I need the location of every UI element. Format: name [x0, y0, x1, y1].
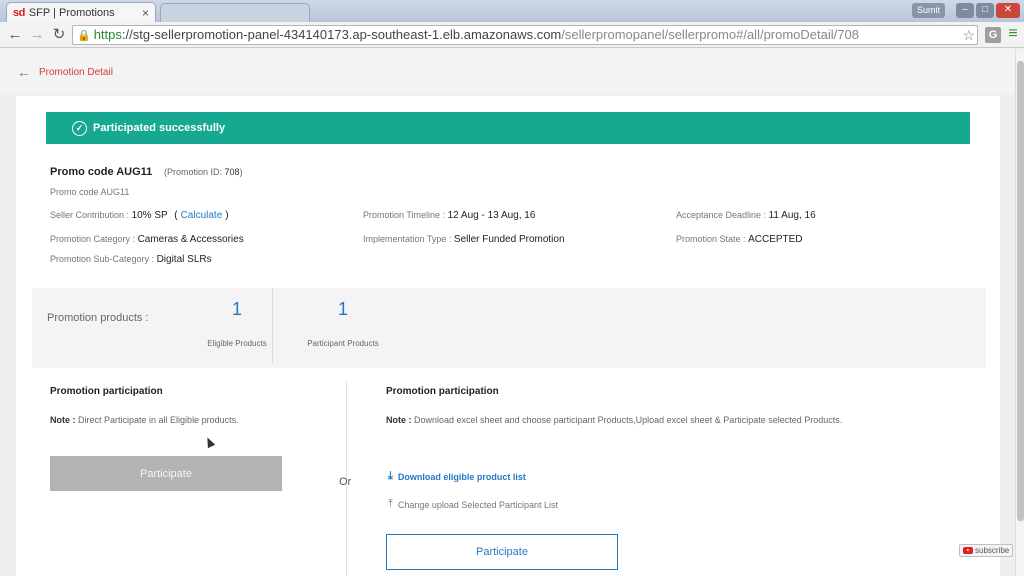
browser-tab-active[interactable]: sd SFP | Promotions × [6, 2, 156, 22]
download-eligible-list-link[interactable]: ⤓ Download eligible product list [388, 470, 526, 483]
reload-icon[interactable]: ↻ [50, 26, 68, 44]
minimize-icon[interactable]: – [956, 3, 974, 18]
download-icon: ⤓ [388, 470, 393, 482]
arrow-right-icon[interactable]: → [28, 26, 46, 44]
implementation-type: Implementation Type : Seller Funded Prom… [363, 234, 565, 245]
participant-products-label: Participant Products [307, 339, 379, 348]
subscribe-overlay[interactable]: subscribe [959, 544, 1014, 557]
address-bar[interactable]: 🔒 https://stg-sellerpromotion-panel-43414… [72, 25, 978, 45]
calculate-link[interactable]: Calculate [181, 210, 223, 221]
url-scheme: https [93, 27, 122, 42]
scrollbar-thumb[interactable] [1017, 61, 1024, 521]
right-note-text: Download excel sheet and choose particip… [414, 415, 843, 425]
profile-user-badge[interactable]: Sumit [912, 3, 946, 18]
subcategory-value: Digital SLRs [156, 254, 212, 265]
implementation-value: Seller Funded Promotion [453, 234, 565, 245]
browser-toolbar: ← → ↻ 🔒 https://stg-sellerpromotion-panel… [0, 22, 1024, 48]
eligible-products-label: Eligible Products [207, 339, 267, 348]
seller-contribution-value: 10% SP [131, 210, 168, 221]
success-banner: ✓ Participated successfully [46, 112, 970, 144]
tab-title: SFP | Promotions [28, 6, 115, 19]
mouse-cursor-icon [200, 432, 218, 450]
participant-products-count[interactable]: 1 [303, 299, 383, 320]
acceptance-deadline: Acceptance Deadline : 11 Aug, 16 [676, 210, 816, 221]
success-message: Participated successfully [93, 122, 226, 134]
back-arrow-icon[interactable]: ← [17, 64, 31, 80]
deadline-label: Acceptance Deadline : [676, 210, 767, 220]
promotion-state: Promotion State : ACCEPTED [676, 234, 803, 245]
arrow-left-icon[interactable]: ← [6, 26, 24, 44]
promo-code-title: Promo code AUG11 [50, 166, 153, 178]
category-label: Promotion Category : [50, 234, 136, 244]
participate-all-button[interactable]: Participate [50, 456, 282, 491]
page-header: ← Promotion Detail [0, 49, 1015, 94]
promo-description: Promo code AUG11 [50, 187, 130, 197]
promotion-card: ✓ Participated successfully Promo code A… [16, 96, 1000, 576]
seller-contribution-label: Seller Contribution : [50, 210, 130, 220]
hamburger-menu-icon[interactable]: ≡ [1006, 26, 1020, 42]
url-path: /sellerpromopanel/sellerpromo#/all/promo… [561, 27, 859, 42]
state-label: Promotion State : [676, 234, 746, 244]
upload-participant-list-link[interactable]: ⤒ Change upload Selected Participant Lis… [388, 498, 558, 511]
subcategory-label: Promotion Sub-Category : [50, 254, 155, 264]
subscribe-label: subscribe [975, 546, 1010, 555]
tab-close-icon[interactable]: × [142, 6, 149, 20]
deadline-value: 11 Aug, 16 [768, 210, 816, 221]
calculate-paren-close: ) [225, 210, 229, 221]
summary-label: Promotion products : [47, 312, 149, 324]
promotion-category: Promotion Category : Cameras & Accessori… [50, 234, 244, 245]
page-scrollbar[interactable] [1015, 49, 1024, 576]
left-participation-note: Note : Direct Participate in all Eligibl… [50, 412, 310, 429]
state-value: ACCEPTED [748, 234, 803, 245]
eligible-products-count[interactable]: 1 [197, 299, 277, 320]
timeline-value: 12 Aug - 13 Aug, 16 [447, 210, 536, 221]
implementation-label: Implementation Type : [363, 234, 452, 244]
extension-icon[interactable]: G [985, 27, 1001, 43]
promotion-subcategory: Promotion Sub-Category : Digital SLRs [50, 254, 212, 265]
left-note-text: Direct Participate in all Eligible produ… [78, 415, 239, 425]
right-note-label: Note : [386, 415, 412, 425]
browser-titlebar: sd SFP | Promotions × Sumit – □ ✕ [0, 0, 1024, 22]
promotion-id-label: (Promotion ID: [164, 167, 223, 177]
check-circle-icon: ✓ [72, 120, 87, 136]
participate-selected-button[interactable]: Participate [386, 534, 618, 570]
close-window-icon[interactable]: ✕ [996, 3, 1020, 18]
promotion-products-summary: Promotion products : 1 Eligible Products… [32, 288, 986, 368]
calculate-paren-open: ( [174, 210, 178, 221]
left-note-label: Note : [50, 415, 76, 425]
browser-tab-inactive[interactable] [160, 3, 310, 22]
page-title: Promotion Detail [39, 67, 113, 78]
youtube-icon [963, 547, 973, 554]
upload-icon: ⤒ [388, 498, 393, 510]
upload-link-label: Change upload Selected Participant List [397, 499, 558, 510]
sd-favicon-icon: sd [13, 6, 25, 19]
seller-contribution: Seller Contribution : 10% SP (Calculate) [50, 210, 229, 221]
promotion-id: (Promotion ID: 708) [164, 167, 243, 177]
or-separator: Or [339, 476, 352, 488]
left-participation-title: Promotion participation [50, 386, 163, 397]
right-participation-note: Note : Download excel sheet and choose p… [386, 412, 856, 429]
maximize-icon[interactable]: □ [976, 3, 994, 18]
promotion-timeline: Promotion Timeline : 12 Aug - 13 Aug, 16 [363, 210, 535, 221]
page-content: ← Promotion Detail ✓ Participated succes… [0, 49, 1015, 576]
url-host: ://stg-sellerpromotion-panel-434140173.a… [121, 27, 562, 42]
category-value: Cameras & Accessories [137, 234, 244, 245]
star-icon[interactable]: ☆ [962, 26, 975, 44]
right-participation-title: Promotion participation [386, 386, 499, 397]
promotion-id-value: 708 [224, 167, 240, 177]
lock-icon: 🔒 [77, 30, 91, 42]
download-link-label: Download eligible product list [397, 471, 526, 482]
promotion-id-close: ) [239, 167, 243, 177]
summary-divider [272, 288, 273, 364]
timeline-label: Promotion Timeline : [363, 210, 446, 220]
